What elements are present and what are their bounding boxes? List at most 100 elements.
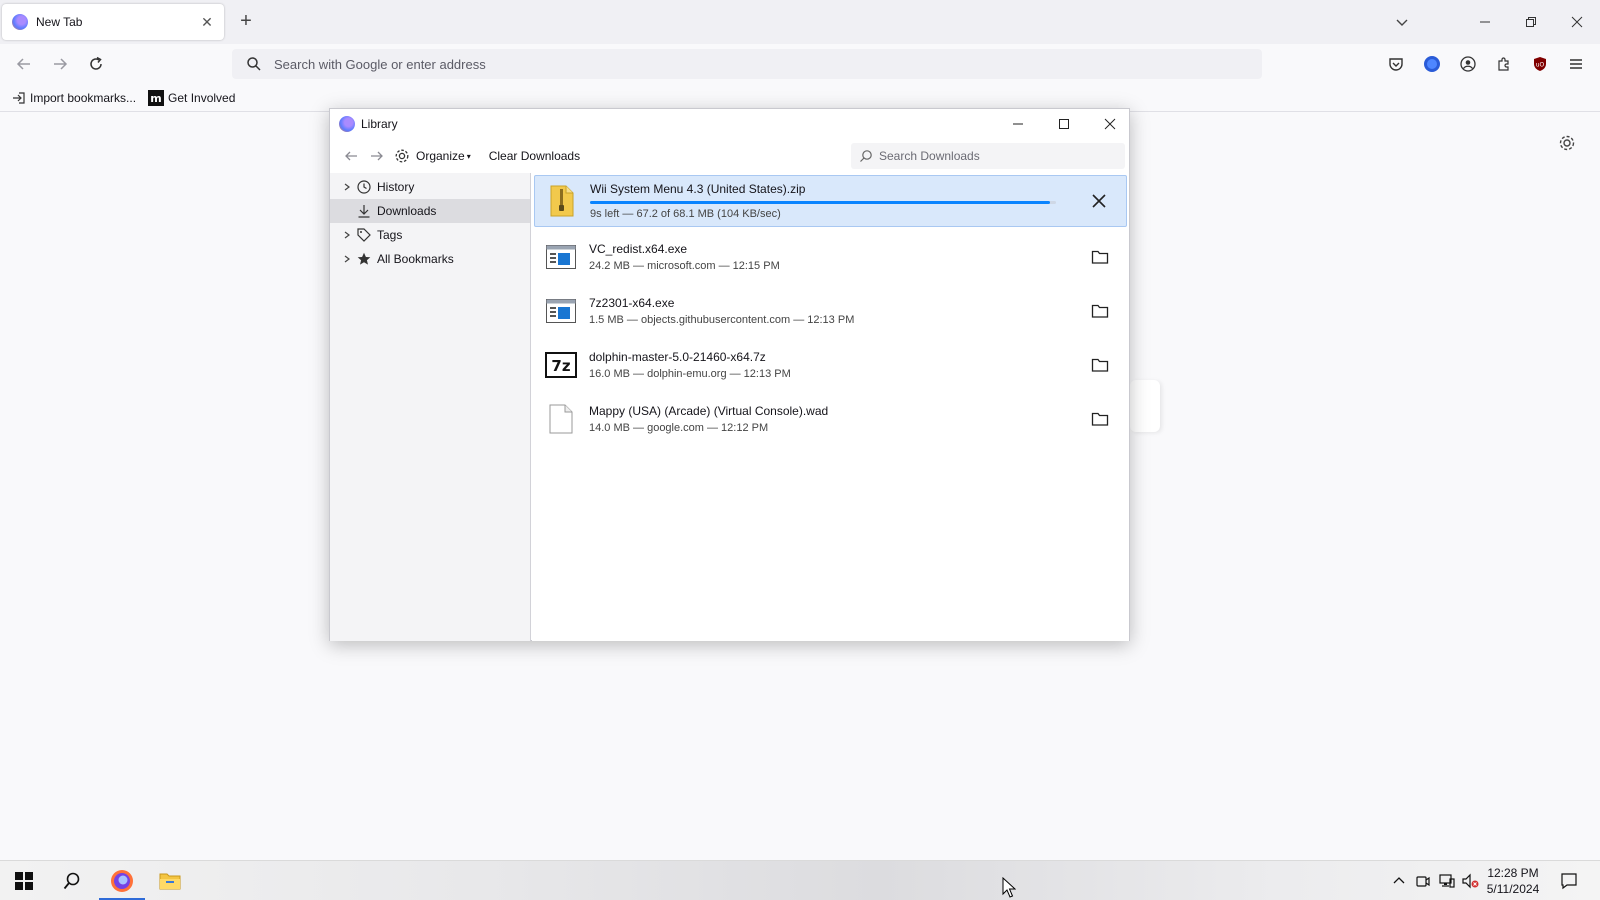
show-in-folder-button[interactable] — [1085, 242, 1115, 272]
taskbar-clock[interactable]: 12:28 PM 5/11/2024 — [1480, 865, 1546, 897]
library-sidebar: History Downloads Tags All Bookmarks — [330, 173, 531, 641]
show-in-folder-button[interactable] — [1085, 350, 1115, 380]
folder-icon — [1091, 304, 1109, 318]
reload-icon — [90, 56, 102, 70]
chevron-right-icon[interactable] — [340, 252, 354, 266]
chevron-up-icon — [1393, 877, 1405, 884]
clock-date: 5/11/2024 — [1486, 882, 1540, 896]
search-icon — [63, 872, 80, 890]
organize-label: Organize — [416, 149, 465, 163]
url-bar[interactable]: Search with Google or enter address — [232, 49, 1262, 79]
download-icon — [356, 203, 372, 219]
import-icon — [13, 91, 25, 104]
restore-button[interactable] — [1519, 10, 1543, 34]
download-item[interactable]: 7z2301-x64.exe 1.5 MB — objects.githubus… — [534, 285, 1127, 337]
taskbar-search-button[interactable] — [52, 865, 92, 897]
library-close-button[interactable] — [1098, 112, 1122, 136]
library-back-button[interactable] — [338, 144, 364, 168]
show-in-folder-button[interactable] — [1085, 404, 1115, 434]
tag-icon — [356, 227, 372, 243]
download-status: 16.0 MB — dolphin-emu.org — 12:13 PM — [589, 368, 791, 380]
url-placeholder: Search with Google or enter address — [274, 56, 486, 72]
close-icon — [1104, 118, 1116, 130]
minimize-button[interactable] — [1473, 10, 1497, 34]
star-icon — [356, 251, 372, 267]
close-window-button[interactable] — [1565, 10, 1589, 34]
download-status: 14.0 MB — google.com — 12:12 PM — [589, 422, 769, 434]
firefox-logo-icon — [339, 116, 355, 132]
arrow-right-icon — [371, 151, 383, 161]
tab-new-tab[interactable]: New Tab ✕ — [2, 4, 224, 40]
organize-menu-button[interactable]: Organize ▾ — [394, 148, 471, 164]
show-in-folder-button[interactable] — [1085, 296, 1115, 326]
sidebar-item-all-bookmarks[interactable]: All Bookmarks — [330, 247, 530, 271]
sidebar-item-tags[interactable]: Tags — [330, 223, 530, 247]
network-button[interactable] — [1437, 871, 1457, 891]
library-title: Library — [361, 117, 398, 131]
notifications-button[interactable] — [1559, 871, 1579, 891]
chevron-right-icon[interactable] — [340, 228, 354, 242]
svg-text:m: m — [150, 92, 161, 105]
close-icon — [1092, 194, 1106, 208]
mouse-cursor-icon — [1002, 877, 1016, 898]
taskbar-firefox-button[interactable] — [102, 865, 142, 897]
download-item[interactable]: VC_redist.x64.exe 24.2 MB — microsoft.co… — [534, 231, 1127, 283]
clear-downloads-button[interactable]: Clear Downloads — [489, 149, 580, 163]
folder-icon — [1091, 358, 1109, 372]
download-status: 24.2 MB — microsoft.com — 12:15 PM — [589, 260, 780, 272]
windows-logo-icon — [15, 872, 33, 890]
bookmark-get-involved[interactable]: m Get Involved — [148, 89, 235, 106]
forward-button[interactable] — [48, 52, 72, 76]
search-downloads-input[interactable]: Search Downloads — [851, 143, 1125, 169]
reload-button[interactable] — [84, 52, 108, 76]
back-button[interactable] — [12, 52, 36, 76]
library-forward-button[interactable] — [364, 144, 390, 168]
cancel-download-button[interactable] — [1084, 186, 1114, 216]
download-progress-bar — [590, 201, 1056, 204]
list-all-tabs-button[interactable] — [1394, 14, 1410, 30]
close-tab-icon[interactable]: ✕ — [198, 13, 216, 31]
sidebar-item-history[interactable]: History — [330, 175, 530, 199]
bookmark-import[interactable]: Import bookmarks... — [12, 91, 136, 105]
download-item[interactable]: Mappy (USA) (Arcade) (Virtual Console).w… — [534, 393, 1127, 445]
restore-icon — [1526, 17, 1536, 27]
notification-icon — [1561, 873, 1577, 890]
volume-muted-icon — [1462, 873, 1479, 889]
puzzle-icon — [1498, 57, 1509, 71]
globe-icon — [1424, 56, 1440, 72]
search-placeholder: Search Downloads — [879, 149, 980, 163]
downloads-list: Wii System Menu 4.3 (United States).zip … — [532, 173, 1129, 641]
account-button[interactable] — [1456, 52, 1480, 76]
library-titlebar: Library — [330, 109, 1129, 139]
volume-button[interactable] — [1461, 871, 1481, 891]
library-maximize-button[interactable] — [1052, 112, 1076, 136]
firefox-account-button[interactable] — [1420, 52, 1444, 76]
download-item[interactable]: 7z dolphin-master-5.0-21460-x64.7z 16.0 … — [534, 339, 1127, 391]
caret-down-icon: ▾ — [466, 151, 471, 161]
download-status: 9s left — 67.2 of 68.1 MB (104 KB/sec) — [590, 208, 781, 220]
firefox-favicon-icon — [12, 14, 28, 30]
taskbar-file-explorer-button[interactable] — [150, 865, 190, 897]
newtab-settings-button[interactable] — [1558, 134, 1582, 158]
app-menu-button[interactable] — [1564, 52, 1588, 76]
show-hidden-icons-button[interactable] — [1389, 871, 1409, 891]
minimize-icon — [1480, 21, 1490, 23]
ublock-origin-button[interactable]: uO — [1528, 52, 1552, 76]
maximize-icon — [1059, 119, 1069, 129]
pocket-button[interactable] — [1384, 52, 1408, 76]
download-filename: Wii System Menu 4.3 (United States).zip — [590, 182, 806, 196]
meet-now-button[interactable] — [1413, 871, 1433, 891]
new-tab-button[interactable]: + — [236, 11, 256, 32]
download-item[interactable]: Wii System Menu 4.3 (United States).zip … — [534, 175, 1127, 227]
gear-icon — [395, 149, 409, 163]
download-filename: Mappy (USA) (Arcade) (Virtual Console).w… — [589, 404, 829, 418]
sidebar-item-label: Downloads — [377, 204, 437, 218]
background-card — [1130, 380, 1160, 432]
chevron-right-icon[interactable] — [340, 180, 354, 194]
extensions-button[interactable] — [1492, 52, 1516, 76]
firefox-logo-icon — [111, 870, 133, 892]
camera-icon — [1416, 876, 1430, 887]
start-button[interactable] — [4, 865, 44, 897]
sidebar-item-downloads[interactable]: Downloads — [330, 199, 530, 223]
library-minimize-button[interactable] — [1006, 112, 1030, 136]
